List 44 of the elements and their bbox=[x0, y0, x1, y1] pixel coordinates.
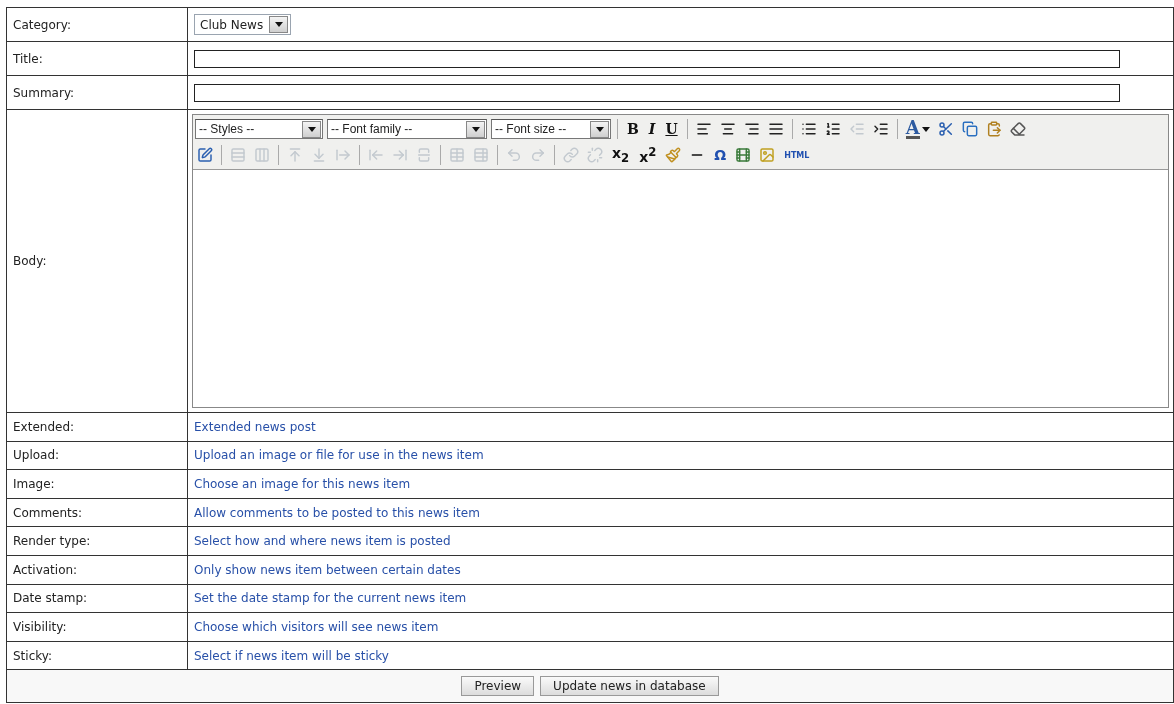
field-label: Comments: bbox=[13, 505, 83, 520]
option-link[interactable]: Choose an image for this news item bbox=[194, 477, 411, 491]
form-button[interactable]: Update news in database bbox=[540, 676, 719, 697]
table-edit-icon[interactable] bbox=[195, 145, 215, 165]
field-label: Activation: bbox=[13, 562, 78, 577]
toolbar-button[interactable]: B bbox=[624, 119, 642, 139]
option-link[interactable]: Allow comments to be posted to this news item bbox=[194, 505, 480, 520]
toolbar-button[interactable]: Ω bbox=[711, 145, 730, 165]
option-link[interactable]: Only show news item between certain dates bbox=[194, 562, 461, 577]
text-input-field[interactable] bbox=[194, 83, 1120, 102]
field-label: Summary: bbox=[13, 85, 75, 100]
text-input-field[interactable] bbox=[194, 49, 1120, 68]
option-link[interactable]: Extended news post bbox=[194, 419, 316, 434]
field-label: Render type: bbox=[13, 534, 91, 549]
field-label: Body: bbox=[13, 254, 47, 268]
toolbar-button[interactable]: U bbox=[662, 119, 681, 139]
caret-icon bbox=[595, 126, 604, 132]
form-button[interactable]: Preview bbox=[461, 676, 535, 697]
toolbar-button[interactable]: HTML bbox=[781, 145, 813, 165]
field-label: Image: bbox=[13, 477, 55, 491]
toolbar-button[interactable]: I bbox=[645, 119, 659, 139]
toolbar-button[interactable]: x$^{2}$ bbox=[636, 145, 660, 165]
caret-icon bbox=[471, 126, 480, 132]
field-label: Extended: bbox=[13, 419, 75, 434]
text-color-button[interactable]: A bbox=[903, 119, 932, 139]
field-label: Category: bbox=[13, 17, 71, 32]
option-link[interactable]: Choose which visitors will see news item bbox=[194, 619, 439, 634]
option-link[interactable]: Upload an image or file for use in the news item bbox=[194, 448, 484, 463]
toolbar-dropdown[interactable]: -- Styles -- bbox=[195, 119, 323, 139]
field-label: Upload: bbox=[13, 448, 60, 463]
field-label: Sticky: bbox=[13, 648, 53, 663]
field-label: Date stamp: bbox=[13, 591, 88, 606]
option-link[interactable]: Select if news item will be sticky bbox=[194, 648, 389, 663]
field-label: Title: bbox=[13, 51, 43, 66]
caret-icon bbox=[921, 126, 930, 132]
toolbar-dropdown[interactable]: -- Font family -- bbox=[327, 119, 487, 139]
field-label: Visibility: bbox=[13, 619, 67, 634]
category-dropdown[interactable]: Club News bbox=[194, 14, 292, 35]
caret-icon bbox=[307, 126, 316, 132]
caret-icon bbox=[274, 22, 283, 27]
toolbar-button[interactable]: x$_{2}$ bbox=[609, 145, 633, 165]
option-link[interactable]: Set the date stamp for the current news item bbox=[194, 591, 467, 606]
toolbar-dropdown[interactable]: -- Font size -- bbox=[491, 119, 611, 139]
option-link[interactable]: Select how and where news item is posted bbox=[194, 534, 451, 549]
